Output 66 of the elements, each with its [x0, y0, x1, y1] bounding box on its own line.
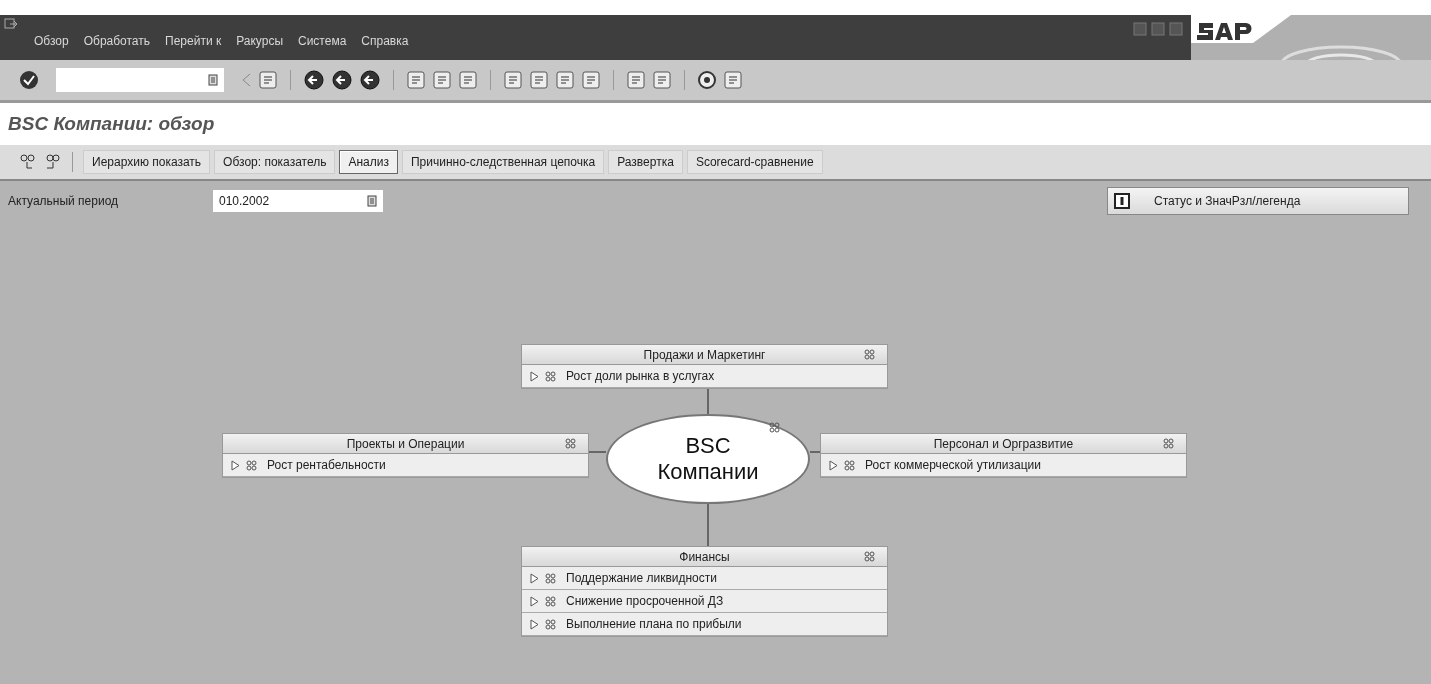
toolbar-button[interactable]: Иерархию показать: [83, 150, 211, 174]
objective-text: Рост коммерческой утилизации: [865, 458, 1041, 472]
node-icon: [565, 438, 576, 449]
menu-item[interactable]: Справка: [361, 34, 409, 48]
objective-row[interactable]: Снижение просроченной ДЗ: [522, 590, 887, 613]
node-icon: [844, 459, 855, 471]
perspective-node[interactable]: Продажи и Маркетинг Рост доли рынка в услугах: [521, 344, 888, 389]
menu-item[interactable]: Перейти к: [165, 34, 222, 48]
toolbar-button[interactable]: Развертка: [608, 150, 683, 174]
objective-text: Выполнение плана по прибыли: [566, 617, 742, 631]
perspective-node[interactable]: Персонал и Оргразвитие Рост коммерческой утилизации: [820, 433, 1187, 478]
expand-icon[interactable]: [829, 459, 838, 471]
connector-line: [589, 451, 606, 453]
objective-text: Рост рентабельности: [267, 458, 386, 472]
perspective-title: Финансы: [679, 549, 730, 564]
node-icon: [864, 551, 875, 562]
field-label: Актуальный период: [8, 194, 120, 208]
objective-text: Поддержание ликвидности: [566, 571, 717, 585]
toolbar-button[interactable]: Обзор: показатель: [214, 150, 336, 174]
period-field[interactable]: 010.2002: [213, 190, 383, 212]
node-icon: [545, 595, 556, 607]
perspective-title: Персонал и Оргразвитие: [933, 436, 1074, 451]
info-icon: [1114, 193, 1130, 209]
hierarchy-icon[interactable]: [18, 152, 38, 172]
menu-item[interactable]: Обработать: [83, 34, 151, 48]
command-field[interactable]: [56, 68, 224, 92]
objective-row[interactable]: Рост доли рынка в услугах: [522, 365, 887, 388]
expand-icon[interactable]: [530, 370, 539, 382]
back-icon[interactable]: [303, 69, 325, 91]
node-icon: [769, 422, 780, 433]
objective-row[interactable]: Рост рентабельности: [223, 454, 588, 477]
system-icon[interactable]: [4, 18, 18, 30]
scorecard-title: Компании: [657, 459, 759, 485]
node-icon: [246, 459, 257, 471]
scorecard-ellipse[interactable]: BSC Компании: [606, 414, 810, 504]
scorecard-title: BSC: [685, 433, 731, 459]
node-icon: [864, 349, 875, 360]
toolbar-button[interactable]: Scorecard-сравнение: [686, 150, 823, 174]
node-icon: [545, 572, 556, 584]
menu-item[interactable]: Обзор: [34, 34, 69, 48]
perspective-node[interactable]: Проекты и Операции Рост рентабельности: [222, 433, 589, 478]
objective-row[interactable]: Выполнение плана по прибыли: [522, 613, 887, 636]
objective-text: Рост доли рынка в услугах: [566, 369, 715, 383]
menu-item[interactable]: Ракурсы: [236, 34, 283, 48]
node-icon: [545, 370, 556, 382]
node-icon: [1163, 438, 1174, 449]
enter-icon[interactable]: [18, 69, 40, 91]
toolbar-button[interactable]: Анализ: [339, 150, 398, 174]
screen-title: BSC Компании: обзор: [8, 113, 215, 135]
document-icon: [208, 74, 218, 86]
connector-line: [707, 504, 709, 546]
document-icon: [367, 195, 377, 207]
expand-icon[interactable]: [530, 618, 539, 630]
legend-button[interactable]: Статус и ЗначРзл/легенда: [1107, 187, 1409, 215]
perspective-title: Продажи и Маркетинг: [643, 347, 766, 362]
menu-item[interactable]: Система: [298, 34, 347, 48]
objective-row[interactable]: Рост коммерческой утилизации: [821, 454, 1186, 477]
objective-row[interactable]: Поддержание ликвидности: [522, 567, 887, 590]
expand-icon[interactable]: [231, 459, 240, 471]
toolbar-button[interactable]: Причинно-следственная цепочка: [402, 150, 605, 174]
perspective-node[interactable]: Финансы Поддержание ликвидности Снижение просроченной ДЗ Выполнение плана по прибыли: [521, 546, 888, 637]
perspective-title: Проекты и Операции: [346, 436, 465, 451]
expand-icon[interactable]: [530, 595, 539, 607]
objective-text: Снижение просроченной ДЗ: [566, 594, 724, 608]
expand-icon[interactable]: [530, 572, 539, 584]
node-icon: [545, 618, 556, 630]
